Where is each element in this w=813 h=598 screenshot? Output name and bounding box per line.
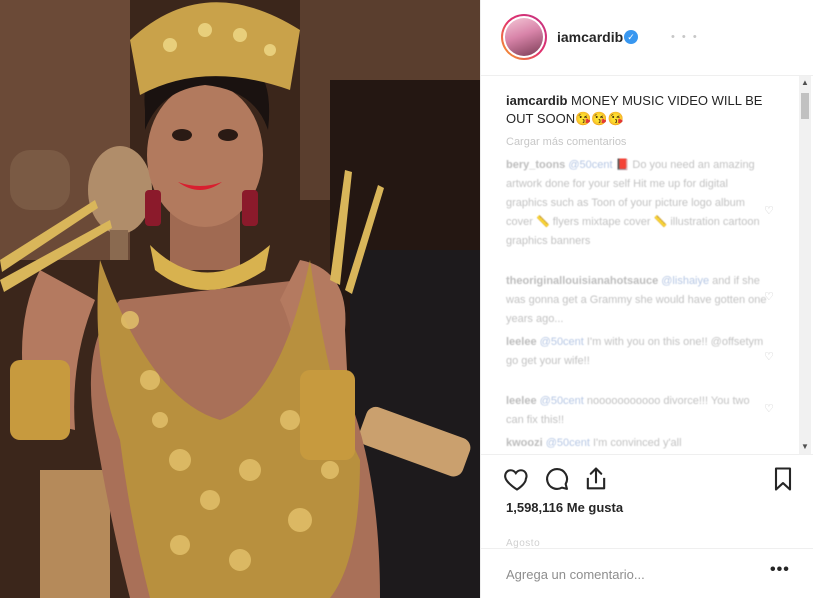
likes-label: Me gusta xyxy=(566,500,624,515)
share-icon[interactable] xyxy=(582,465,610,493)
comment-username[interactable]: leelee xyxy=(506,395,537,407)
comments-list: iamcardib MONEY MUSIC VIDEO WILL BE OUT … xyxy=(481,76,813,454)
scrollbar-thumb[interactable] xyxy=(801,93,809,119)
comment-mention[interactable]: @50cent xyxy=(540,336,584,348)
post-media-image[interactable] xyxy=(0,0,480,598)
verified-badge-icon: ✓ xyxy=(624,30,638,44)
scroll-down-arrow-icon[interactable]: ▼ xyxy=(799,440,811,454)
comment-mention[interactable]: @50cent xyxy=(568,159,612,171)
comment-mention[interactable]: @lishaiye xyxy=(661,275,709,287)
header-meta: • • • xyxy=(671,31,699,43)
caption-username[interactable]: iamcardib xyxy=(506,93,567,108)
comment-item: kwoozi @50cent I'm convinced y'all xyxy=(506,434,768,453)
profile-avatar[interactable] xyxy=(501,14,547,60)
post-header: iamcardib ✓ • • • xyxy=(481,0,813,76)
small-heart-icon[interactable]: ♡ xyxy=(764,290,774,303)
likes-count-label[interactable]: 1,598,116 Me gusta xyxy=(506,500,623,515)
small-heart-icon[interactable]: ♡ xyxy=(764,402,774,415)
comments-scrollbar[interactable]: ▲ ▼ xyxy=(799,76,811,454)
comment-username[interactable]: bery_toons xyxy=(506,159,565,171)
comment-item: leelee @50cent I'm with you on this one!… xyxy=(506,333,768,371)
comment-item: theoriginallouisianahotsauce @lishaiye a… xyxy=(506,272,768,329)
post-username[interactable]: iamcardib xyxy=(557,29,623,45)
bookmark-icon[interactable] xyxy=(769,465,797,493)
comment-mention[interactable]: @50cent xyxy=(540,395,584,407)
comment-username[interactable]: theoriginallouisianahotsauce xyxy=(506,275,658,287)
speech-bubble-icon[interactable] xyxy=(543,465,571,493)
add-comment-bar: ••• xyxy=(481,548,813,598)
comment-text: 📕 Do you need an amazing artwork done fo… xyxy=(506,159,760,247)
post-sidebar: iamcardib ✓ • • • iamcardib MONEY MUSIC … xyxy=(480,0,813,598)
comment-item: leelee @50cent nooooooooooo divorce!!! Y… xyxy=(506,392,768,430)
photo-illustration xyxy=(0,0,480,598)
small-heart-icon[interactable]: ♡ xyxy=(764,204,774,217)
comment-username[interactable]: leelee xyxy=(506,336,537,348)
heart-icon[interactable] xyxy=(503,465,531,493)
comment-mention[interactable]: @50cent xyxy=(546,437,590,449)
avatar-frame xyxy=(503,16,545,58)
post-caption: iamcardib MONEY MUSIC VIDEO WILL BE OUT … xyxy=(506,92,776,128)
comment-username[interactable]: kwoozi xyxy=(506,437,543,449)
scroll-up-arrow-icon[interactable]: ▲ xyxy=(799,76,811,90)
likes-count: 1,598,116 xyxy=(506,500,564,515)
load-more-comments-button[interactable]: Cargar más comentarios xyxy=(506,136,626,148)
post-actions-bar xyxy=(481,454,813,504)
avatar-image xyxy=(505,18,543,56)
more-options-button[interactable]: ••• xyxy=(770,561,790,579)
add-comment-input[interactable] xyxy=(504,563,748,585)
comment-item: bery_toons @50cent 📕 Do you need an amaz… xyxy=(506,156,768,251)
comment-text: I'm convinced y'all xyxy=(589,437,682,449)
small-heart-icon[interactable]: ♡ xyxy=(764,350,774,363)
